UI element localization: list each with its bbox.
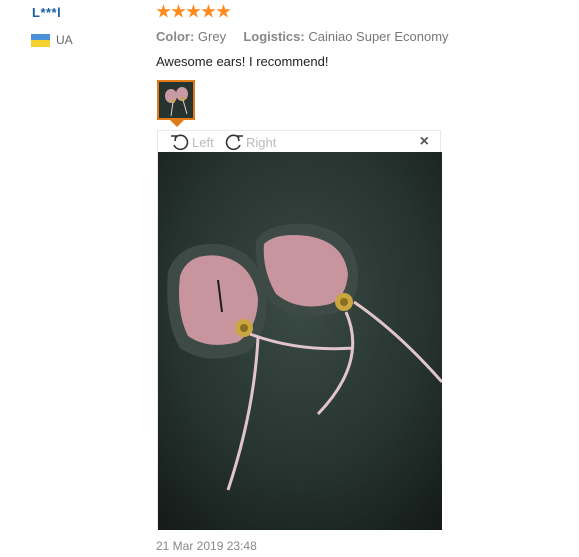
rating-stars bbox=[156, 4, 231, 19]
color-label: Color: bbox=[156, 29, 195, 44]
star-icon bbox=[216, 4, 231, 18]
star-icon bbox=[156, 4, 171, 18]
color-value: Grey bbox=[197, 29, 227, 44]
close-viewer-button[interactable]: × bbox=[420, 133, 429, 151]
country-code: UA bbox=[56, 33, 73, 47]
star-icon bbox=[171, 4, 186, 18]
review-photo bbox=[158, 152, 442, 530]
rotate-left-button[interactable]: Left bbox=[170, 133, 214, 151]
thumbnail-pointer bbox=[170, 120, 184, 127]
rotate-left-icon bbox=[171, 134, 189, 151]
star-icon bbox=[186, 4, 201, 18]
image-viewer: Left Right × bbox=[157, 130, 442, 530]
star-icon bbox=[201, 4, 216, 18]
logistics-value: Cainiao Super Economy bbox=[308, 29, 449, 44]
thumbnail-image bbox=[159, 82, 193, 118]
logistics-label: Logistics: bbox=[243, 29, 305, 44]
review-text: Awesome ears! I recommend! bbox=[156, 54, 329, 69]
review-attributes: Color: Grey Logistics: Cainiao Super Eco… bbox=[156, 29, 449, 44]
review-date: 21 Mar 2019 23:48 bbox=[156, 539, 257, 553]
reviewer-country: UA bbox=[31, 33, 73, 47]
rotate-right-button[interactable]: Right bbox=[224, 133, 276, 151]
rotate-left-label: Left bbox=[192, 134, 214, 150]
rotate-right-label: Right bbox=[246, 134, 277, 150]
image-viewer-toolbar: Left Right × bbox=[158, 131, 440, 152]
review-image-thumbnail[interactable] bbox=[157, 80, 195, 120]
rotate-right-icon bbox=[225, 134, 243, 151]
flag-ukraine-icon bbox=[31, 33, 50, 47]
reviewer-name: L***l bbox=[32, 5, 62, 20]
